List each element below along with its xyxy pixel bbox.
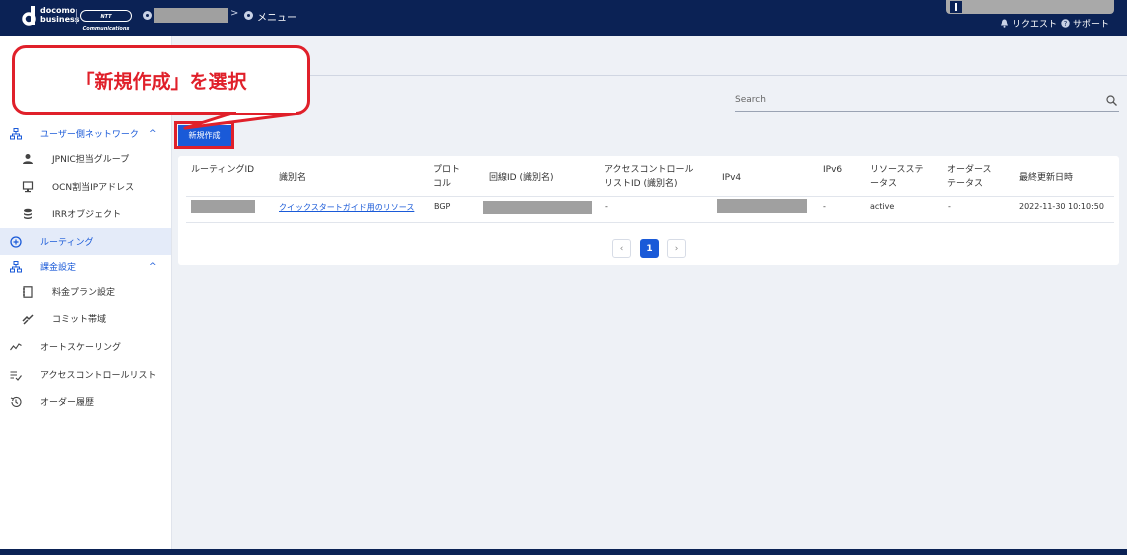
sidebar-item-label: ユーザー側ネットワーク (40, 130, 139, 140)
col-header-order-line2: テータス (947, 179, 984, 189)
sidebar-item-order-history[interactable]: オーダー履歴 (0, 388, 171, 415)
svg-text:?: ? (1064, 20, 1068, 28)
search-icon[interactable] (1106, 95, 1117, 106)
col-header-protocol-line2: コル (433, 179, 452, 189)
col-header-ipv4[interactable]: IPv4 (722, 171, 741, 185)
database-icon (22, 208, 34, 220)
logo-line-1: docomo (40, 6, 76, 15)
sidebar-item-ocn-ip[interactable]: OCN割当IPアドレス (0, 173, 171, 200)
col-header-acl-line2: リストID (識別名) (604, 179, 678, 189)
chevron-right-icon: > (230, 8, 239, 19)
cell-protocol: BGP (434, 202, 451, 211)
col-header-protocol[interactable]: プロト コル (433, 163, 460, 191)
col-header-order-line1: オーダース (947, 165, 992, 175)
instruction-callout: 「新規作成」を選択 (12, 45, 310, 115)
col-header-protocol-line1: プロト (433, 165, 461, 175)
sidebar-item-label: オーダー履歴 (40, 398, 95, 408)
sidebar-item-routing[interactable]: ルーティング (0, 228, 171, 255)
network-icon (10, 127, 22, 140)
sidebar-item-irr-object[interactable]: IRRオブジェクト (0, 200, 171, 227)
sidebar-item-label: 料金プラン設定 (52, 288, 116, 298)
request-label: リクエスト (1012, 20, 1058, 30)
sidebar-item-commit-bandwidth[interactable]: コミット帯域 (0, 305, 171, 332)
new-button-highlight (174, 121, 234, 149)
col-header-order-status[interactable]: オーダース テータス (947, 163, 992, 191)
masked-routing-id (191, 200, 255, 213)
sidebar-item-label: IRRオブジェクト (52, 210, 122, 220)
user-account-box[interactable] (946, 0, 1114, 14)
cell-updated: 2022-11-30 10:10:50 (1019, 202, 1104, 211)
chevron-up-icon[interactable]: ^ (149, 129, 157, 139)
breadcrumb-dot-icon (244, 11, 253, 20)
row-divider (186, 222, 1114, 223)
sidebar-item-autoscaling[interactable]: オートスケーリング (0, 333, 171, 360)
search-input[interactable] (735, 91, 1095, 109)
col-header-acl-line1: アクセスコントロール (604, 165, 694, 175)
cell-ipv6: - (823, 202, 826, 211)
sidebar-item-label: OCN割当IPアドレス (52, 183, 135, 193)
cell-acl: - (605, 202, 608, 211)
masked-line-id (483, 201, 592, 214)
breadcrumb-masked-item[interactable] (154, 8, 228, 23)
col-header-resource-status[interactable]: リソースステ ータス (870, 163, 924, 191)
breadcrumb-dot-icon (143, 11, 152, 20)
pagination-prev-button[interactable]: ‹ (612, 239, 631, 258)
col-header-resource-line1: リソースステ (870, 165, 924, 175)
sidebar-item-label: ルーティング (40, 238, 94, 248)
chevron-up-icon[interactable]: ^ (149, 262, 157, 272)
sidebar-item-jpnic-group[interactable]: JPNIC担当グループ (0, 145, 171, 172)
brand-logo: docomo business (40, 6, 80, 24)
logo-divider (76, 9, 77, 24)
sidebar-item-rate-plan[interactable]: 料金プラン設定 (0, 278, 171, 305)
docomo-logo-icon (22, 6, 36, 26)
title-divider (172, 75, 1127, 76)
search-box (735, 91, 1119, 112)
pagination-page-1[interactable]: 1 (640, 239, 659, 258)
sidebar-item-label: 課金設定 (40, 263, 77, 273)
trend-icon (10, 341, 22, 353)
cell-order-status: - (948, 202, 951, 211)
sidebar-item-label: オートスケーリング (40, 343, 122, 353)
masked-ipv4 (717, 199, 807, 213)
history-icon (10, 396, 22, 408)
support-label: サポート (1073, 20, 1110, 30)
sidebar-item-user-network[interactable]: ユーザー側ネットワーク ^ (0, 120, 171, 147)
bottom-bar (0, 549, 1127, 555)
header-divider (186, 196, 1114, 197)
cell-resource-status: active (870, 202, 895, 211)
col-header-name[interactable]: 識別名 (279, 171, 306, 185)
col-header-routing-id[interactable]: ルーティングID (191, 163, 254, 177)
col-header-ipv6[interactable]: IPv6 (823, 163, 842, 177)
logo-line-2: business (40, 15, 80, 24)
help-icon: ? (1061, 19, 1070, 28)
user-icon (950, 1, 962, 13)
sidebar-item-acl[interactable]: アクセスコントロールリスト (0, 361, 171, 388)
breadcrumb-menu[interactable]: メニュー (257, 9, 297, 24)
network-icon (10, 260, 22, 273)
bell-icon (1001, 19, 1008, 28)
sidebar-item-label: コミット帯域 (52, 315, 107, 325)
list-check-icon (10, 369, 22, 381)
col-header-line-id[interactable]: 回線ID (識別名) (489, 171, 553, 185)
support-link[interactable]: ? サポート (1061, 17, 1109, 30)
routing-icon (10, 235, 22, 248)
monitor-icon (22, 180, 34, 193)
ntt-logo: NTT Communications (80, 10, 132, 32)
col-header-updated[interactable]: 最終更新日時 (1019, 171, 1073, 185)
top-bar: docomo business NTT Communications > メニュ… (0, 0, 1127, 36)
sidebar-item-label: アクセスコントロールリスト (40, 371, 157, 381)
sidebar-item-label: JPNIC担当グループ (52, 155, 130, 165)
request-link[interactable]: リクエスト (1000, 17, 1057, 30)
routing-name-link[interactable]: クイックスタートガイド用のリソース (279, 202, 414, 213)
notebook-icon (22, 285, 34, 298)
pagination-next-button[interactable]: › (667, 239, 686, 258)
handshake-icon (22, 313, 34, 325)
col-header-resource-line2: ータス (870, 179, 898, 189)
sidebar-item-billing[interactable]: 課金設定 ^ (0, 253, 171, 280)
person-icon (22, 153, 34, 165)
col-header-acl-id[interactable]: アクセスコントロール リストID (識別名) (604, 163, 694, 191)
